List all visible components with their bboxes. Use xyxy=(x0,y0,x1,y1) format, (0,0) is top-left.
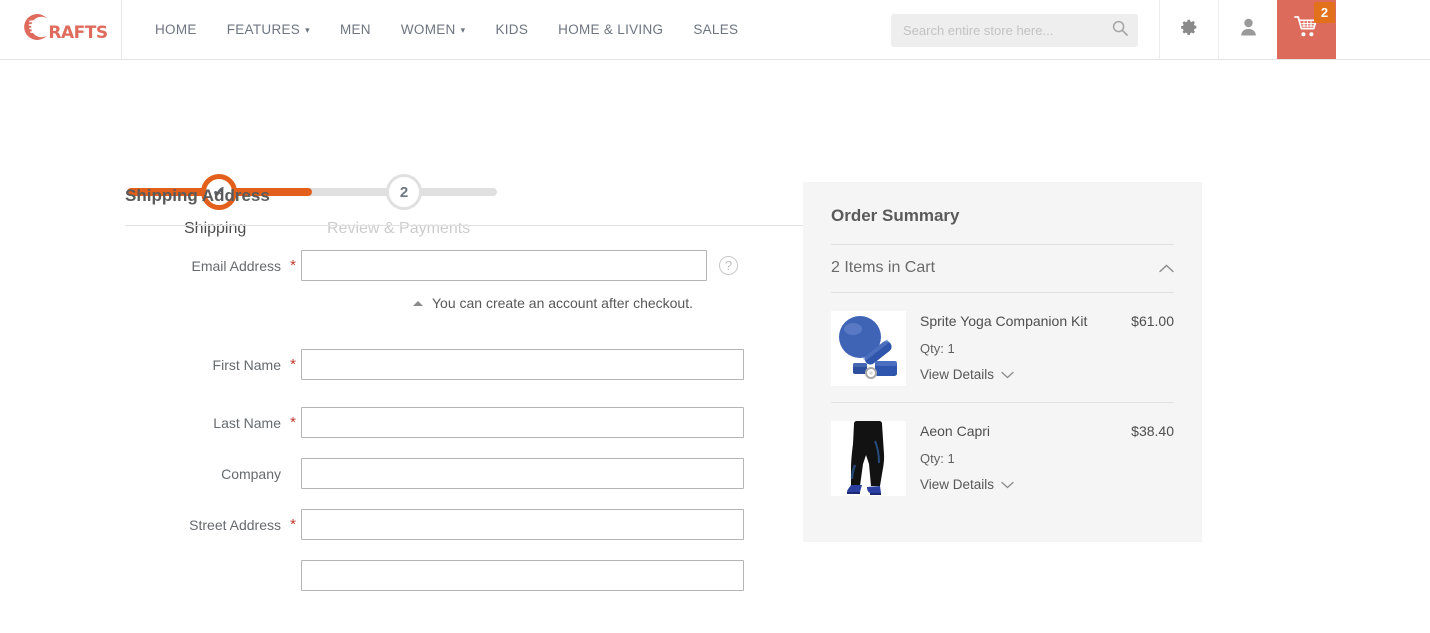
shipping-address-form: Email Address * ? You can create an acco… xyxy=(125,250,897,591)
company-field-row: Company xyxy=(125,458,897,489)
nav-item-features[interactable]: FEATURES ▾ xyxy=(212,0,325,59)
capri-leggings-thumbnail-icon xyxy=(831,421,906,496)
cart-item: Sprite Yoga Companion Kit $61.00 Qty: 1 … xyxy=(831,293,1174,402)
nav-item-men[interactable]: MEN xyxy=(325,0,386,59)
email-field[interactable] xyxy=(301,250,707,281)
gear-icon xyxy=(1180,18,1199,42)
nav-item-women[interactable]: WOMEN ▾ xyxy=(386,0,481,59)
cart-item-qty: Qty: 1 xyxy=(920,451,955,466)
search-box[interactable] xyxy=(891,14,1138,47)
items-in-cart-label: 2 Items in Cart xyxy=(831,259,936,276)
email-field-row: Email Address * ? xyxy=(125,250,897,281)
items-in-cart-toggle[interactable]: 2 Items in Cart xyxy=(831,245,1174,292)
nav-label: SALES xyxy=(693,22,739,37)
settings-button[interactable] xyxy=(1159,0,1218,59)
cart-count-badge: 2 xyxy=(1314,2,1335,23)
help-icon[interactable]: ? xyxy=(719,256,738,275)
company-field-label-wrap: Company xyxy=(125,466,285,482)
order-summary-panel: Order Summary 2 Items in Cart Sprite Yog… xyxy=(803,182,1202,542)
required-asterisk: * xyxy=(290,356,296,373)
view-details-label: View Details xyxy=(920,367,995,382)
last-name-field-label-wrap: Last Name xyxy=(125,415,285,431)
nav-label: HOME xyxy=(155,22,197,37)
email-hint: You can create an account after checkout… xyxy=(125,295,897,311)
nav-label: HOME & LIVING xyxy=(558,22,664,37)
required-asterisk: * xyxy=(290,414,296,431)
cart-button[interactable]: 2 xyxy=(1277,0,1336,59)
email-field-label: Email Address xyxy=(191,257,281,274)
site-header: RAFTS HOME FEATURES ▾ MEN WOMEN ▾ KIDS H… xyxy=(0,0,1430,60)
checkout-main: Shipping Address Email Address * ? You c… xyxy=(0,182,1430,591)
chevron-down-icon: ▾ xyxy=(305,25,310,35)
street-address-field-label-wrap: Street Address xyxy=(125,517,285,533)
cart-item-name: Sprite Yoga Companion Kit xyxy=(920,313,1088,329)
chevron-down-icon xyxy=(1001,367,1014,382)
cart-item-price: $61.00 xyxy=(1131,313,1174,329)
account-button[interactable] xyxy=(1218,0,1277,59)
first-name-field[interactable] xyxy=(301,349,744,380)
nav-item-home[interactable]: HOME xyxy=(140,0,212,59)
nav-label: WOMEN xyxy=(400,22,456,37)
header-actions: 2 xyxy=(1159,0,1336,59)
order-summary-title: Order Summary xyxy=(831,206,960,225)
cart-item-body: Aeon Capri $38.40 Qty: 1 View Details xyxy=(906,421,1174,496)
nav-item-home-living[interactable]: HOME & LIVING xyxy=(543,0,678,59)
cart-item-qty: Qty: 1 xyxy=(920,341,955,356)
checkout-progress-bar: ✔ Shipping 2 Review & Payments xyxy=(0,92,1430,237)
nav-item-sales[interactable]: SALES xyxy=(678,0,753,59)
view-details-toggle[interactable]: View Details xyxy=(920,477,1174,492)
street-address-field-label: Street Address xyxy=(189,516,281,533)
nav-label: KIDS xyxy=(495,22,529,37)
first-name-field-label: First Name xyxy=(212,356,281,373)
first-name-field-label-wrap: First Name xyxy=(125,357,285,373)
cart-item-price: $38.40 xyxy=(1131,423,1174,439)
yoga-kit-thumbnail-icon xyxy=(831,311,906,386)
email-field-label-wrap: Email Address xyxy=(125,258,285,274)
view-details-label: View Details xyxy=(920,477,995,492)
nav-label: FEATURES xyxy=(226,22,301,37)
company-field-label: Company xyxy=(221,465,281,482)
chevron-up-icon xyxy=(1159,262,1174,275)
cart-item-name: Aeon Capri xyxy=(920,423,991,439)
search-input[interactable] xyxy=(903,23,1112,38)
street-address-field-row: Street Address * xyxy=(125,509,897,540)
email-hint-text: You can create an account after checkout… xyxy=(432,295,693,311)
company-field[interactable] xyxy=(301,458,744,489)
required-asterisk: * xyxy=(290,516,296,533)
last-name-field-row: Last Name * xyxy=(125,407,897,438)
cart-item-body: Sprite Yoga Companion Kit $61.00 Qty: 1 … xyxy=(906,311,1174,386)
nav-label: MEN xyxy=(339,22,371,37)
cart-item: Aeon Capri $38.40 Qty: 1 View Details xyxy=(831,403,1174,512)
chevron-down-icon xyxy=(1001,477,1014,492)
street-address-line2-row xyxy=(125,560,897,591)
crafts-hand-logo-icon xyxy=(17,10,51,49)
nav-item-kids[interactable]: KIDS xyxy=(480,0,543,59)
site-logo[interactable]: RAFTS xyxy=(0,0,122,59)
last-name-field-label: Last Name xyxy=(213,414,281,431)
street-address-field-line1[interactable] xyxy=(301,509,744,540)
logo-text: RAFTS xyxy=(48,15,108,44)
required-asterisk: * xyxy=(290,257,296,274)
page-title: Shipping Address xyxy=(125,186,270,205)
caret-up-icon xyxy=(413,300,423,306)
view-details-toggle[interactable]: View Details xyxy=(920,367,1174,382)
user-icon xyxy=(1240,18,1257,41)
search-icon[interactable] xyxy=(1112,20,1128,41)
section-divider xyxy=(125,225,897,226)
first-name-field-row: First Name * xyxy=(125,349,897,380)
chevron-down-icon: ▾ xyxy=(460,25,466,35)
last-name-field[interactable] xyxy=(301,407,744,438)
street-address-field-line2[interactable] xyxy=(301,560,744,591)
